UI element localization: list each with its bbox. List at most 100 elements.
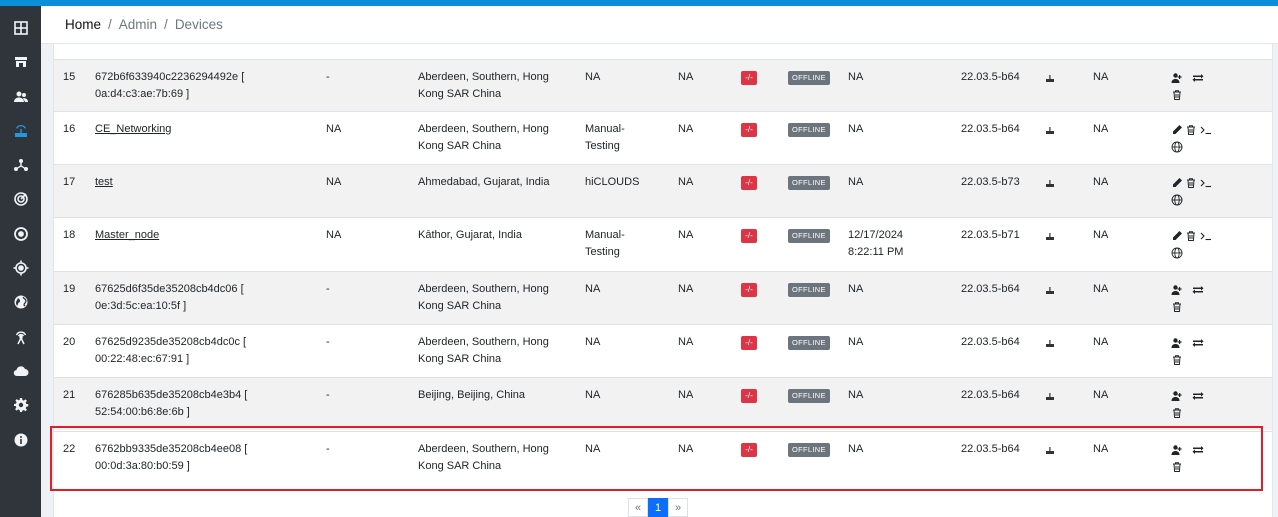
device-extra: NA [1093, 176, 1109, 188]
row-number: 18 [63, 229, 76, 241]
device-location-line2: Kong SAR China [418, 88, 502, 100]
row-number: 22 [63, 443, 76, 455]
device-name-link[interactable]: CE_Networking [95, 123, 171, 135]
cloud-icon[interactable] [0, 356, 41, 386]
device-col3: - [326, 389, 330, 401]
delete-icon[interactable] [1171, 407, 1183, 419]
terminal-icon[interactable] [1200, 230, 1212, 242]
edit-icon[interactable] [1171, 230, 1183, 242]
device-group: NA [585, 71, 601, 83]
info-icon[interactable] [0, 425, 41, 455]
device-group: hiCLOUDS [585, 176, 640, 188]
device-location-line2: Kong SAR China [418, 300, 502, 312]
gear-icon[interactable] [0, 390, 41, 420]
edit-icon[interactable] [1171, 177, 1183, 189]
delete-icon[interactable] [1171, 89, 1183, 101]
row-number: 16 [63, 123, 76, 135]
terminal-icon[interactable] [1200, 177, 1212, 189]
delete-icon[interactable] [1185, 230, 1197, 242]
last-seen: NA [848, 123, 864, 135]
add-user-icon[interactable] [1171, 284, 1183, 296]
globe-icon[interactable] [0, 287, 41, 317]
globe-icon[interactable] [1171, 194, 1183, 206]
add-user-icon[interactable] [1171, 444, 1183, 456]
device-id: 6762bb9335de35208cb4ee08 [ [95, 443, 248, 455]
router-icon [1045, 125, 1055, 135]
radar-icon[interactable] [0, 184, 41, 214]
firmware-version: 22.03.5-b64 [961, 389, 1020, 401]
device-group-line2: Testing [585, 246, 620, 258]
dashboard-icon[interactable] [0, 13, 41, 43]
delete-icon[interactable] [1171, 461, 1183, 473]
device-col5: NA [678, 336, 694, 348]
offline-badge: OFFLINE [788, 443, 830, 457]
status-badge: -/- [741, 176, 757, 190]
status-badge: -/- [741, 443, 757, 457]
offline-badge: OFFLINE [788, 176, 830, 190]
swap-icon[interactable] [1192, 72, 1204, 84]
breadcrumb-devices: Devices [174, 17, 223, 32]
firmware-version: 22.03.5-b64 [961, 71, 1020, 83]
row-number: 21 [63, 389, 76, 401]
device-name-link[interactable]: test [95, 176, 113, 188]
last-seen: NA [848, 389, 864, 401]
device-col5: NA [678, 389, 694, 401]
delete-icon[interactable] [1171, 354, 1183, 366]
devices-table: 15 672b6f633940c2236294492e [0a:d4:c3:ae:… [53, 44, 1273, 517]
swap-icon[interactable] [1192, 444, 1204, 456]
last-seen: 12/17/2024 [848, 229, 904, 241]
breadcrumb-admin[interactable]: Admin [119, 17, 157, 32]
swap-icon[interactable] [1192, 390, 1204, 402]
offline-badge: OFFLINE [788, 336, 830, 350]
breadcrumb-separator: / [164, 17, 168, 32]
device-col5: NA [678, 283, 694, 295]
add-user-icon[interactable] [1171, 390, 1183, 402]
swap-icon[interactable] [1192, 337, 1204, 349]
globe-icon[interactable] [1171, 141, 1183, 153]
device-name-link[interactable]: Master_node [95, 229, 159, 241]
device-col3: - [326, 71, 330, 83]
pagination-next[interactable]: » [668, 498, 688, 517]
target-icon[interactable] [0, 219, 41, 249]
table-row: 20 67625d9235de35208cb4dc0c [00:22:48:ec:… [54, 324, 1272, 377]
device-group: Manual- [585, 229, 625, 241]
device-col3: - [326, 336, 330, 348]
last-seen-time: 8:22:11 PM [848, 246, 904, 258]
device-group: Manual- [585, 123, 625, 135]
store-icon[interactable] [0, 47, 41, 77]
device-id: 67625d9235de35208cb4dc0c [ [95, 336, 247, 348]
antenna-icon[interactable] [0, 322, 41, 352]
device-group: NA [585, 389, 601, 401]
pagination-page-1[interactable]: 1 [648, 498, 668, 517]
sidebar [0, 6, 41, 517]
terminal-icon[interactable] [1200, 124, 1212, 136]
status-badge: -/- [741, 229, 757, 243]
device-col5: NA [678, 176, 694, 188]
edit-icon[interactable] [1171, 124, 1183, 136]
globe-icon[interactable] [1171, 247, 1183, 259]
swap-icon[interactable] [1192, 284, 1204, 296]
row-number: 20 [63, 336, 76, 348]
breadcrumb-home[interactable]: Home [65, 17, 101, 32]
crosshair-icon[interactable] [0, 253, 41, 283]
add-user-icon[interactable] [1171, 337, 1183, 349]
firmware-version: 22.03.5-b64 [961, 123, 1020, 135]
device-extra: NA [1093, 283, 1109, 295]
last-seen: NA [848, 71, 864, 83]
pagination-prev[interactable]: « [628, 498, 648, 517]
offline-badge: OFFLINE [788, 123, 830, 137]
delete-icon[interactable] [1185, 124, 1197, 136]
device-mac: 52:54:00:b6:8e:6b ] [95, 406, 190, 418]
add-user-icon[interactable] [1171, 72, 1183, 84]
device-location: Beijing, Beijing, China [418, 389, 526, 401]
network-icon[interactable] [0, 150, 41, 180]
device-group: NA [585, 443, 601, 455]
router-icon[interactable] [0, 116, 41, 146]
table-row: 19 67625d6f35de35208cb4dc06 [0e:3d:5c:ea:… [54, 271, 1272, 324]
device-col5: NA [678, 229, 694, 241]
users-icon[interactable] [0, 82, 41, 112]
delete-icon[interactable] [1185, 177, 1197, 189]
status-badge: -/- [741, 71, 757, 85]
device-name-cell: CE_Networking [95, 121, 171, 138]
delete-icon[interactable] [1171, 301, 1183, 313]
